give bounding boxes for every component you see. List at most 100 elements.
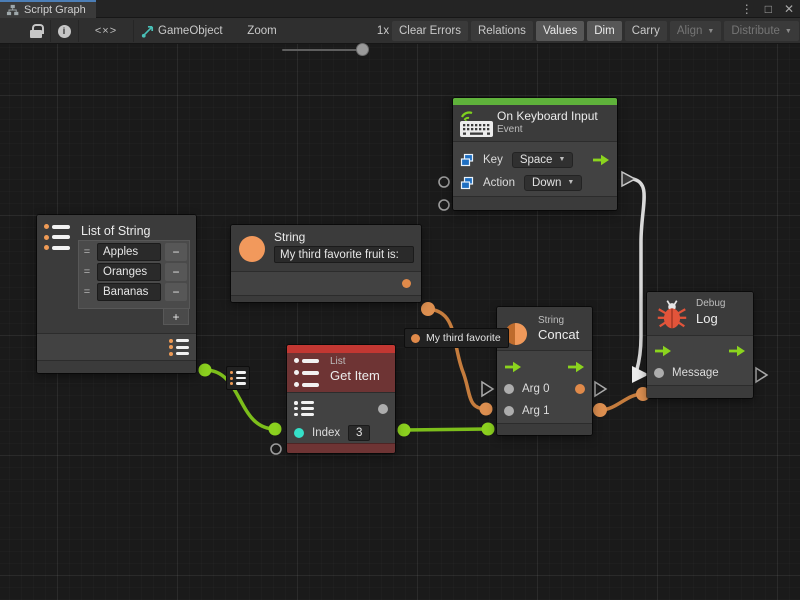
wire-endpoint[interactable] — [480, 403, 493, 416]
gameobject-icon — [140, 24, 155, 39]
unity-script-graph-window: Script Graph ⋮ □ ✕ i <×> GameObject Zoom… — [0, 0, 800, 600]
relations-button[interactable]: Relations — [471, 21, 533, 41]
lock-icon — [30, 30, 42, 38]
list-icon — [44, 224, 72, 250]
flow-output-arrow-icon[interactable] — [728, 345, 746, 357]
distribute-menu-button[interactable]: Distribute▼ — [724, 21, 799, 41]
string-value-icon — [411, 334, 420, 343]
list-icon — [294, 358, 322, 387]
carry-toggle[interactable]: Carry — [625, 21, 667, 41]
unconnected-flow-out-log[interactable] — [756, 368, 767, 382]
lock-button[interactable] — [24, 18, 48, 44]
node-string-literal[interactable]: String My third favorite fruit is: — [231, 225, 421, 302]
string-value-field[interactable]: My third favorite fruit is: — [274, 246, 414, 263]
graph-canvas[interactable]: List of String = Apples − = Oranges − = — [0, 44, 800, 600]
unconnected-port-action[interactable] — [439, 200, 449, 210]
clear-errors-button[interactable]: Clear Errors — [392, 21, 468, 41]
unconnected-flow-in-concat[interactable] — [482, 382, 493, 396]
chevron-down-icon: ▼ — [567, 179, 574, 186]
code-icon: <×> — [95, 25, 117, 37]
list-item-field[interactable]: Apples — [97, 243, 161, 261]
zoom-slider-knob[interactable] — [356, 43, 369, 56]
message-input-port[interactable] — [654, 368, 664, 378]
close-icon[interactable]: ✕ — [784, 3, 794, 15]
inspect-button[interactable]: i — [52, 18, 76, 44]
remove-item-button[interactable]: − — [165, 263, 187, 281]
wire-endpoint[interactable] — [199, 364, 212, 377]
node-subtitle: Event — [497, 124, 611, 135]
unconnected-port-index[interactable] — [271, 444, 281, 454]
add-item-button[interactable]: + — [163, 309, 189, 325]
dim-toggle[interactable]: Dim — [587, 21, 621, 41]
arg0-input-port[interactable] — [504, 384, 514, 394]
unconnected-flow-out-concat[interactable] — [595, 382, 606, 396]
gameobject-target[interactable] — [138, 18, 156, 44]
flow-output-arrow-icon[interactable] — [592, 154, 610, 166]
node-concat[interactable]: String Concat Arg 0 — [497, 307, 592, 435]
flow-source-triangle[interactable] — [622, 172, 635, 186]
keycode-icon — [460, 153, 474, 167]
graph-toolbar: i <×> GameObject Zoom 1x Clear Errors Re… — [0, 18, 800, 44]
node-debug-log[interactable]: Debug Log Message — [647, 292, 753, 398]
item-output-port[interactable] — [378, 404, 388, 414]
node-category: String — [538, 315, 588, 326]
wire-endpoint[interactable] — [269, 423, 282, 436]
node-title: Get Item — [330, 368, 391, 383]
title-bar: Script Graph ⋮ □ ✕ — [0, 0, 800, 18]
divider — [50, 20, 51, 42]
list-item-row: = Bananas − — [81, 283, 187, 301]
arg1-input-port[interactable] — [504, 406, 514, 416]
flow-input-arrow-icon[interactable] — [654, 345, 672, 357]
values-toggle[interactable]: Values — [536, 21, 584, 41]
node-get-item[interactable]: List Get Item Index 3 — [287, 345, 395, 453]
result-output-port[interactable] — [575, 384, 585, 394]
maximize-icon[interactable]: □ — [765, 3, 772, 15]
unconnected-port-key[interactable] — [439, 177, 449, 187]
keycode-icon — [460, 176, 474, 190]
node-on-keyboard-input[interactable]: On Keyboard Input Event Key Space▼ — [453, 98, 617, 210]
message-label: Message — [672, 367, 719, 379]
index-field[interactable]: 3 — [348, 425, 370, 441]
list-input-port[interactable] — [294, 401, 314, 416]
window-menu-icon[interactable]: ⋮ — [741, 3, 753, 15]
zoom-label: Zoom — [246, 18, 278, 44]
align-menu-button[interactable]: Align▼ — [670, 21, 722, 41]
tab-script-graph[interactable]: Script Graph — [0, 0, 96, 18]
drag-handle-icon[interactable]: = — [81, 246, 93, 258]
drag-handle-icon[interactable]: = — [81, 266, 93, 278]
remove-item-button[interactable]: − — [165, 243, 187, 261]
wire-endpoint[interactable] — [421, 302, 435, 316]
action-dropdown[interactable]: Down▼ — [524, 175, 582, 191]
flow-output-arrow-icon[interactable] — [567, 361, 585, 373]
keyboard-icon — [458, 108, 495, 139]
list-output-port[interactable] — [169, 339, 189, 356]
node-category: Debug — [696, 298, 749, 309]
wire-value-text: My third favorite fr... — [426, 332, 502, 344]
arg0-label: Arg 0 — [522, 383, 550, 395]
list-item-field[interactable]: Oranges — [97, 263, 161, 281]
wire-value-badge-list — [226, 366, 250, 390]
node-category: List — [330, 356, 391, 367]
index-input-port[interactable] — [294, 428, 304, 438]
edit-script-button[interactable]: <×> — [86, 18, 126, 44]
flow-input-arrow-icon[interactable] — [504, 361, 522, 373]
node-list-of-string[interactable]: List of String = Apples − = Oranges − = — [37, 215, 196, 373]
drag-handle-icon[interactable]: = — [81, 286, 93, 298]
wire-endpoint[interactable] — [593, 403, 607, 417]
list-item-row: = Oranges − — [81, 263, 187, 281]
tab-title: Script Graph — [24, 4, 86, 16]
remove-item-button[interactable]: − — [165, 283, 187, 301]
wire-event-to-log[interactable] — [633, 179, 644, 373]
string-icon — [239, 236, 265, 262]
wire-getitem-to-concat[interactable] — [404, 429, 488, 430]
node-title: String — [274, 230, 414, 244]
list-item-field[interactable]: Bananas — [97, 283, 161, 301]
wire-string-to-concat[interactable] — [428, 309, 486, 409]
key-dropdown[interactable]: Space▼ — [512, 152, 574, 168]
graph-icon — [6, 4, 19, 16]
key-port-label: Key — [483, 154, 503, 166]
string-output-port[interactable] — [402, 279, 411, 288]
list-icon — [230, 371, 246, 385]
wire-endpoint[interactable] — [398, 424, 411, 437]
wire-endpoint[interactable] — [482, 423, 495, 436]
